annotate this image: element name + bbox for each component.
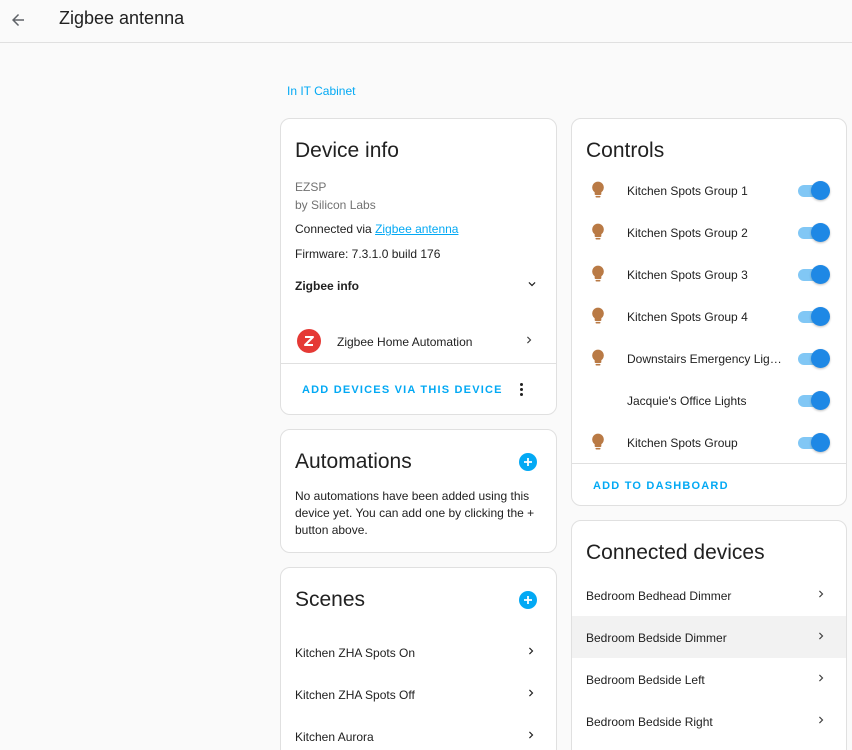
bulb-icon: [588, 263, 608, 285]
chevron-right-icon: [524, 686, 538, 705]
scene-label: Kitchen ZHA Spots On: [295, 646, 416, 660]
toggle-knob: [811, 391, 830, 410]
automations-card: Automations No automations have been add…: [280, 429, 557, 553]
bulb-icon: [588, 179, 608, 201]
chevron-right-icon: [814, 713, 828, 732]
page-title: Zigbee antenna: [59, 8, 185, 28]
chevron-right-icon: [524, 728, 538, 747]
control-row[interactable]: Kitchen Spots Group 1: [572, 169, 846, 211]
toggle-knob: [811, 223, 830, 242]
device-model: EZSP: [295, 180, 327, 194]
toggle-switch[interactable]: [796, 223, 830, 242]
device-info-title: Device info: [295, 139, 399, 162]
control-row[interactable]: Downstairs Emergency Lig…: [572, 337, 846, 379]
integration-row[interactable]: Zigbee Home Automation: [281, 319, 556, 363]
toggle-switch[interactable]: [796, 391, 830, 410]
scene-item[interactable]: Kitchen ZHA Spots Off: [281, 673, 556, 715]
more-vert-icon[interactable]: [513, 379, 529, 399]
device-info-card: Device info EZSP by Silicon Labs Connect…: [280, 118, 557, 415]
control-row[interactable]: Kitchen Spots Group 3: [572, 253, 846, 295]
control-row[interactable]: Kitchen Spots Group: [572, 421, 846, 463]
scene-item[interactable]: Kitchen Aurora: [281, 715, 556, 750]
top-app-bar: Zigbee antenna: [0, 0, 852, 43]
zigbee-info-toggle[interactable]: Zigbee info: [295, 279, 359, 293]
automations-title: Automations: [295, 450, 412, 473]
toggle-switch[interactable]: [796, 265, 830, 284]
scene-item[interactable]: Kitchen ZHA Spots On: [281, 631, 556, 673]
divider: [572, 463, 846, 464]
device-manufacturer: by Silicon Labs: [295, 198, 376, 212]
toggle-switch[interactable]: [796, 349, 830, 368]
bulb-icon: [588, 221, 608, 243]
automations-empty-text: No automations have been added using thi…: [295, 489, 535, 537]
connected-device-label: Bedroom Bedside Left: [586, 673, 705, 687]
bulb-icon: [588, 305, 608, 327]
scenes-title: Scenes: [295, 588, 366, 611]
add-automation-button[interactable]: [519, 453, 537, 471]
toggle-knob: [811, 349, 830, 368]
plus-icon: [524, 458, 532, 466]
connected-device-item[interactable]: Bedroom Bedhead Dimmer: [572, 574, 846, 616]
connected-via: Connected via Zigbee antenna: [295, 222, 458, 236]
connected-device-item[interactable]: Bedroom Bedside Left: [572, 658, 846, 700]
scene-label: Kitchen Aurora: [295, 730, 374, 744]
controls-title: Controls: [586, 139, 665, 162]
connected-devices-title: Connected devices: [586, 541, 765, 564]
area-link[interactable]: In IT Cabinet: [287, 84, 355, 98]
toggle-knob: [811, 265, 830, 284]
back-arrow-icon[interactable]: [4, 6, 32, 34]
bulb-icon: [588, 431, 608, 453]
control-row[interactable]: Jacquie's Office Lights: [572, 379, 846, 421]
add-devices-button[interactable]: ADD DEVICES VIA THIS DEVICE: [302, 384, 503, 396]
chevron-right-icon: [814, 587, 828, 606]
connected-device-label: Bedroom Bedside Right: [586, 715, 713, 729]
control-label: Kitchen Spots Group 1: [627, 184, 748, 198]
control-row[interactable]: Kitchen Spots Group 4: [572, 295, 846, 337]
zha-logo-icon: [297, 329, 321, 353]
connected-devices-card: Connected devices Bedroom Bedhead Dimmer…: [571, 520, 847, 750]
controls-card: Controls Kitchen Spots Group 1 Kitchen Sp…: [571, 118, 847, 506]
toggle-switch[interactable]: [796, 181, 830, 200]
control-row[interactable]: Kitchen Spots Group 2: [572, 211, 846, 253]
connected-via-link[interactable]: Zigbee antenna: [375, 222, 458, 236]
add-scene-button[interactable]: [519, 591, 537, 609]
control-label: Kitchen Spots Group 4: [627, 310, 748, 324]
control-label: Downstairs Emergency Lig…: [627, 352, 782, 366]
control-label: Kitchen Spots Group 3: [627, 268, 748, 282]
chevron-right-icon: [522, 333, 536, 352]
chevron-down-icon[interactable]: [525, 277, 539, 296]
add-to-dashboard-button[interactable]: ADD TO DASHBOARD: [593, 480, 729, 492]
bulb-icon: [588, 347, 608, 369]
connected-device-label: Bedroom Bedside Dimmer: [586, 631, 727, 645]
divider: [281, 363, 556, 364]
connected-device-label: Bedroom Bedhead Dimmer: [586, 589, 732, 603]
control-label: Jacquie's Office Lights: [627, 394, 747, 408]
connected-via-prefix: Connected via: [295, 222, 376, 236]
toggle-knob: [811, 181, 830, 200]
firmware-version: Firmware: 7.3.1.0 build 176: [295, 247, 441, 261]
toggle-switch[interactable]: [796, 307, 830, 326]
plus-icon: [524, 596, 532, 604]
connected-device-item[interactable]: Bedroom Bedside Dimmer: [572, 616, 846, 658]
integration-label: Zigbee Home Automation: [337, 335, 473, 349]
chevron-right-icon: [814, 629, 828, 648]
toggle-switch[interactable]: [796, 433, 830, 452]
toggle-knob: [811, 433, 830, 452]
toggle-knob: [811, 307, 830, 326]
connected-device-item[interactable]: Bedroom Bedside Right: [572, 700, 846, 742]
control-label: Kitchen Spots Group 2: [627, 226, 748, 240]
control-label: Kitchen Spots Group: [627, 436, 738, 450]
chevron-right-icon: [524, 644, 538, 663]
chevron-right-icon: [814, 671, 828, 690]
scene-label: Kitchen ZHA Spots Off: [295, 688, 415, 702]
scenes-card: Scenes Kitchen ZHA Spots On Kitchen ZHA …: [280, 567, 557, 750]
